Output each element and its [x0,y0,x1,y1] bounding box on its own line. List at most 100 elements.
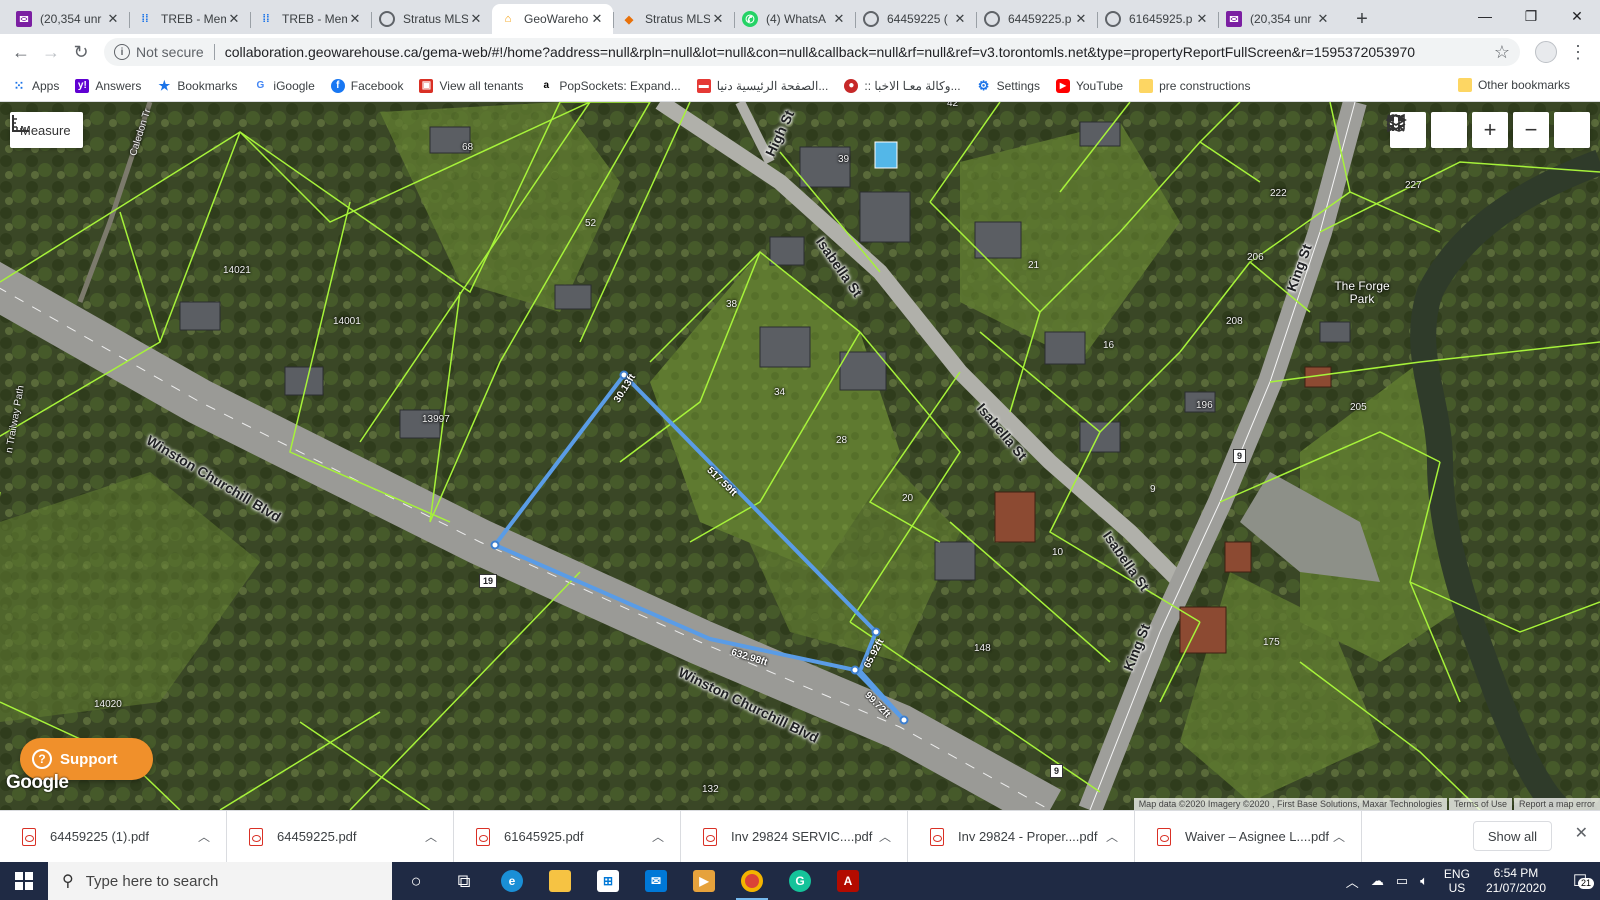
bookmark-apps[interactable]: ⁙ Apps [12,78,60,93]
bookmark-facebook[interactable]: f Facebook [330,78,403,93]
bookmark-popsockets[interactable]: a PopSockets: Expand... [539,79,681,93]
menu-kebab-icon[interactable]: ⋮ [1562,37,1594,67]
address-bar[interactable]: i Not secure collaboration.geowarehouse.… [104,38,1520,66]
taskbar-grammarly[interactable]: G [776,862,824,900]
download-item[interactable]: 61645925.pdf ︿ [454,810,681,863]
terms-link[interactable]: Terms of Use [1448,798,1512,810]
chevron-up-icon[interactable]: ︿ [198,828,210,845]
download-item[interactable]: Inv 29824 SERVIC....pdf ︿ [681,810,908,863]
browser-tab[interactable]: ✉ (20,354 unr ✕ [8,4,129,34]
taskbar-media[interactable]: ▶ [680,862,728,900]
close-tab-icon[interactable]: ✕ [952,11,968,27]
browser-tab[interactable]: ◆ Stratus MLS ✕ [613,4,734,34]
language-indicator[interactable]: ENG US [1444,867,1470,895]
url-text[interactable]: collaboration.geowarehouse.ca/gema-web/#… [225,44,1494,60]
other-bookmarks[interactable]: Other bookmarks [1457,78,1570,92]
forward-arrow-icon[interactable]: → [36,37,66,67]
bookmark-view-all-tenants[interactable]: ▣ View all tenants [419,78,523,93]
close-tab-icon[interactable]: ✕ [589,11,605,27]
route-shield: 9 [1233,449,1247,463]
zoom-in-button[interactable]: + [1472,112,1508,148]
report-link[interactable]: Report a map error [1513,798,1600,810]
close-tab-icon[interactable]: ✕ [226,11,242,27]
measure-vertex[interactable] [490,540,500,550]
action-center-button[interactable]: ☐ 21 [1560,871,1600,891]
bookmark-pre-constructions[interactable]: pre constructions [1139,78,1250,93]
tab-title: 61645925.p [1129,12,1193,26]
bookmark-youtube[interactable]: ▶ YouTube [1055,78,1123,93]
close-shelf-icon[interactable]: ✕ [1575,823,1588,843]
taskbar-acrobat[interactable]: A [824,862,872,900]
browser-tab[interactable]: 64459225.p ✕ [976,4,1097,34]
bookmark-donia[interactable]: ▬ الصفحة الرئيسية دنيا... [696,78,828,93]
close-tab-icon[interactable]: ✕ [105,11,121,27]
taskbar-search-box[interactable]: ⚲ Type here to search [48,862,392,900]
cortana-button[interactable]: ○ [392,862,440,900]
news-icon: ▬ [696,78,711,93]
browser-tab[interactable]: ⁞⁞ TREB - Mem ✕ [129,4,250,34]
bookmark-maan[interactable]: ●:: وكالة معـا الاخبا... [844,78,961,93]
browser-tab[interactable]: 61645925.p ✕ [1097,4,1218,34]
close-tab-icon[interactable]: ✕ [1073,11,1089,27]
bookmark-answers[interactable]: y! Answers [75,78,141,93]
cloud-icon[interactable]: ☁ [1371,873,1384,889]
browser-tab-active[interactable]: ⌂ GeoWareho ✕ [492,4,613,34]
measure-vertex[interactable] [871,627,881,637]
download-item[interactable]: Waiver – Asignee L....pdf ︿ [1135,810,1362,863]
show-all-button[interactable]: Show all [1472,821,1552,851]
close-tab-icon[interactable]: ✕ [1194,11,1210,27]
close-tab-icon[interactable]: ✕ [831,11,847,27]
volume-icon[interactable]: 🔈︎ [1420,873,1428,889]
browser-tab[interactable]: ✆ (4) WhatsA ✕ [734,4,855,34]
restore-icon[interactable]: ❐ [1508,0,1554,32]
new-tab-button[interactable]: + [1347,4,1377,34]
globe-icon [1105,11,1121,27]
download-item[interactable]: Inv 29824 - Proper....pdf ︿ [908,810,1135,863]
pdf-icon [22,827,36,846]
close-tab-icon[interactable]: ✕ [710,11,726,27]
browser-tab[interactable]: ⁞⁞ TREB - Mem ✕ [250,4,371,34]
close-window-icon[interactable]: ✕ [1554,0,1600,32]
browser-tab[interactable]: Stratus MLS ✕ [371,4,492,34]
browser-tab[interactable]: 64459225 ( ✕ [855,4,976,34]
profile-button[interactable] [1530,37,1562,67]
bookmark-igoogle[interactable]: GiGoogle [253,79,315,93]
taskbar-mail[interactable]: ✉ [632,862,680,900]
download-item[interactable]: 64459225 (1).pdf ︿ [0,810,227,863]
bookmark-settings[interactable]: ⚙ Settings [977,78,1040,93]
network-icon[interactable]: ▭ [1396,873,1408,889]
close-tab-icon[interactable]: ✕ [468,11,484,27]
bookmark-star-icon[interactable]: ☆ [1494,42,1510,63]
minimize-icon[interactable]: — [1462,0,1508,32]
chevron-up-icon[interactable]: ︿ [1333,828,1345,845]
browser-tab[interactable]: ✉ (20,354 unr ✕ [1218,4,1339,34]
satellite-map[interactable]: Winston Churchill Blvd Winston Churchill… [0,102,1600,810]
reload-icon[interactable]: ↻ [66,37,96,67]
bookmark-bookmarks[interactable]: ★ Bookmarks [157,78,238,93]
start-button[interactable] [0,862,48,900]
close-tab-icon[interactable]: ✕ [347,11,363,27]
tab-title: (4) WhatsA [766,12,827,26]
chevron-up-icon[interactable]: ︿ [879,828,891,845]
bookmark-label: Bookmarks [177,78,238,93]
clock[interactable]: 6:54 PM 21/07/2020 [1486,866,1546,896]
chevron-up-icon[interactable]: ︿ [652,828,664,845]
chevron-up-icon[interactable]: ︿ [425,828,437,845]
chevron-up-icon[interactable]: ︿ [1106,828,1118,845]
measure-button[interactable]: Measure [10,112,83,148]
close-tab-icon[interactable]: ✕ [1315,11,1331,27]
info-icon[interactable]: i [114,44,130,60]
zoom-out-button[interactable]: − [1513,112,1549,148]
taskbar-file-explorer[interactable] [536,862,584,900]
measure-vertex[interactable] [899,715,909,725]
download-item[interactable]: 64459225.pdf ︿ [227,810,454,863]
chevron-up-icon[interactable]: ︿ [1346,872,1359,891]
map-type-button[interactable] [1387,112,1467,148]
taskbar-edge[interactable]: e [488,862,536,900]
task-view-button[interactable]: ⧉ [440,862,488,900]
taskbar-chrome[interactable] [728,862,776,900]
taskbar-store[interactable]: ⊞ [584,862,632,900]
back-arrow-icon[interactable]: ← [6,37,36,67]
measure-vertex[interactable] [850,665,860,675]
exit-fullscreen-button[interactable] [1387,112,1590,148]
